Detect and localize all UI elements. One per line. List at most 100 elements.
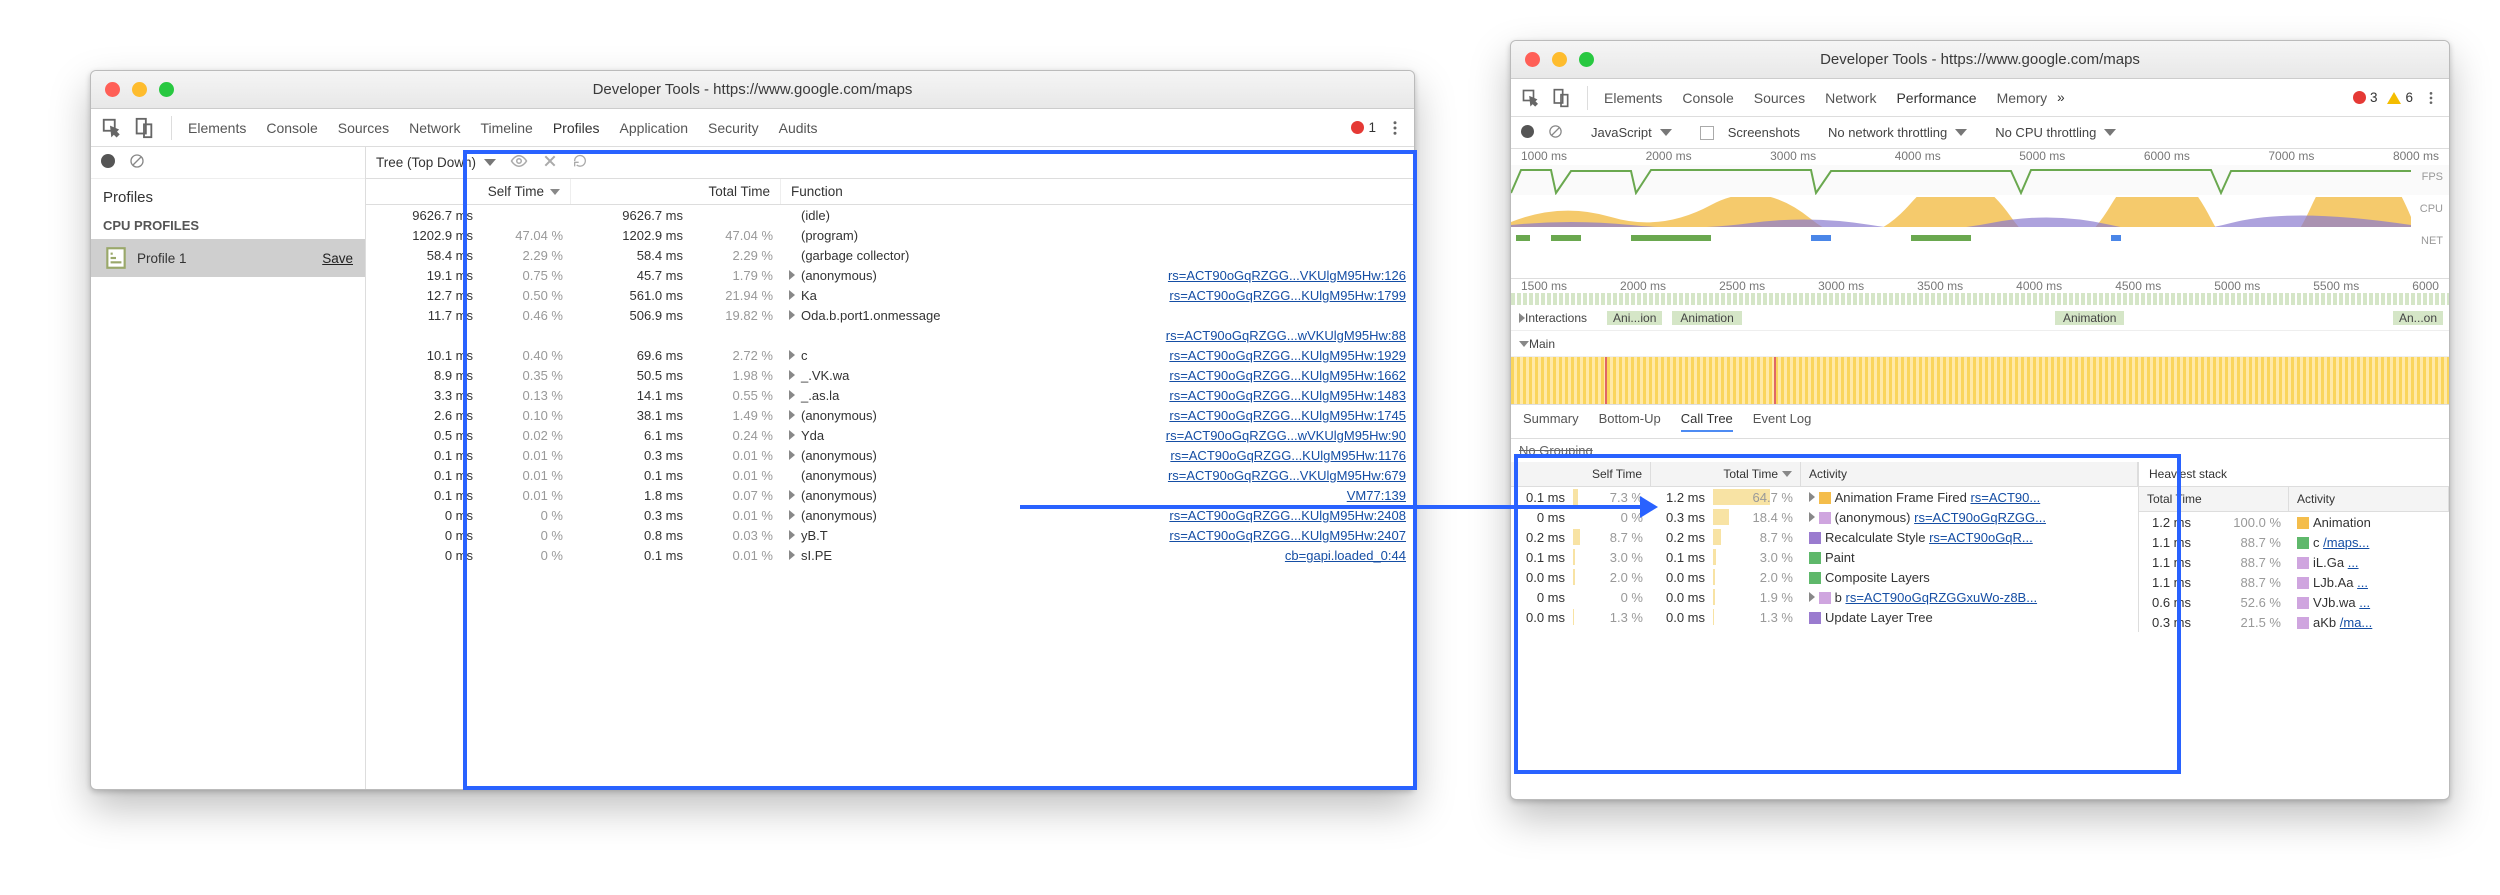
error-badge[interactable]: 1: [1351, 120, 1376, 135]
profile-row[interactable]: 0 ms0 %0.8 ms0.03 %yB.Trs=ACT90oGqRZGG..…: [366, 525, 1414, 545]
interactions-track[interactable]: Interactions Ani...ion Animation Animati…: [1511, 305, 2449, 331]
chevron-right-icon[interactable]: [1809, 512, 1815, 522]
more-tabs-icon[interactable]: »: [2057, 90, 2065, 105]
screenshots-checkbox[interactable]: [1700, 126, 1714, 140]
stack-row[interactable]: 1.1 ms88.7 %LJb.Aa ...: [2139, 572, 2449, 592]
col-activity[interactable]: Activity: [1801, 462, 2138, 486]
col-total-time[interactable]: Total Time: [571, 179, 781, 204]
cpu-throttle-select[interactable]: No CPU throttling: [1995, 125, 2116, 140]
source-link[interactable]: ...: [2348, 555, 2359, 570]
chevron-right-icon[interactable]: [789, 270, 795, 280]
tab-elements[interactable]: Elements: [188, 120, 246, 136]
stack-row[interactable]: 0.6 ms52.6 %VJb.wa ...: [2139, 592, 2449, 612]
profile-row[interactable]: 0.5 ms0.02 %6.1 ms0.24 %Ydars=ACT90oGqRZ…: [366, 425, 1414, 445]
inspect-icon[interactable]: [101, 117, 123, 139]
chevron-right-icon[interactable]: [789, 450, 795, 460]
tab-security[interactable]: Security: [708, 120, 759, 136]
chevron-right-icon[interactable]: [789, 430, 795, 440]
calltree-row[interactable]: 0 ms0 %0.3 ms18.4 % (anonymous) rs=ACT90…: [1511, 507, 2138, 527]
chevron-right-icon[interactable]: [789, 390, 795, 400]
source-link[interactable]: rs=ACT90oGqR...: [1929, 530, 2033, 545]
clear-icon[interactable]: [1548, 124, 1563, 142]
category-select[interactable]: JavaScript: [1591, 125, 1672, 140]
stack-row[interactable]: 0.3 ms21.5 %aKb /ma...: [2139, 612, 2449, 632]
chevron-right-icon[interactable]: [789, 350, 795, 360]
calltree-row[interactable]: 0 ms0 %0.0 ms1.9 % b rs=ACT90oGqRZGGxuWo…: [1511, 587, 2138, 607]
source-link[interactable]: rs=ACT90oGqRZGG...KUlgM95Hw:1799: [1169, 288, 1406, 303]
source-link[interactable]: rs=ACT90oGqRZGGxuWo-z8B...: [1845, 590, 2037, 605]
chevron-right-icon[interactable]: [789, 550, 795, 560]
record-icon[interactable]: [101, 154, 115, 171]
profile-row[interactable]: 0.1 ms0.01 %1.8 ms0.07 %(anonymous)VM77:…: [366, 485, 1414, 505]
source-link[interactable]: rs=ACT90oGqRZGG...KUlgM95Hw:1176: [1170, 448, 1406, 463]
profile-row[interactable]: 8.9 ms0.35 %50.5 ms1.98 %_.VK.wars=ACT90…: [366, 365, 1414, 385]
col-function[interactable]: Function: [781, 179, 1414, 204]
source-link[interactable]: rs=ACT90oGqRZGG...KUlgM95Hw:2407: [1169, 528, 1406, 543]
source-link[interactable]: rs=ACT90...: [1970, 490, 2040, 505]
source-link[interactable]: ...: [2357, 575, 2368, 590]
col-total-time[interactable]: Total Time: [2139, 487, 2289, 511]
profile-row[interactable]: 0 ms0 %0.1 ms0.01 %sI.PEcb=gapi.loaded_0…: [366, 545, 1414, 565]
chevron-right-icon[interactable]: [1809, 592, 1815, 602]
chevron-right-icon[interactable]: [1809, 492, 1815, 502]
clear-icon[interactable]: [129, 153, 145, 172]
source-link[interactable]: rs=ACT90oGqRZGG...VKUlgM95Hw:126: [1168, 268, 1406, 283]
source-link[interactable]: rs=ACT90oGqRZGG...: [1914, 510, 2046, 525]
source-link[interactable]: VM77:139: [1347, 488, 1406, 503]
tab-network[interactable]: Network: [409, 120, 460, 136]
source-link[interactable]: rs=ACT90oGqRZGG...VKUlgM95Hw:679: [1168, 468, 1406, 483]
chevron-right-icon[interactable]: [789, 510, 795, 520]
tab-memory[interactable]: Memory: [1997, 90, 2048, 106]
profile-row[interactable]: 19.1 ms0.75 %45.7 ms1.79 %(anonymous)rs=…: [366, 265, 1414, 285]
tab-timeline[interactable]: Timeline: [480, 120, 532, 136]
record-icon[interactable]: [1521, 125, 1534, 141]
view-mode-select[interactable]: Tree (Top Down): [376, 155, 496, 170]
calltree-row[interactable]: 0.0 ms1.3 %0.0 ms1.3 %Update Layer Tree: [1511, 607, 2138, 627]
calltree-row[interactable]: 0.2 ms8.7 %0.2 ms8.7 %Recalculate Style …: [1511, 527, 2138, 547]
profile-row[interactable]: 0.1 ms0.01 %0.1 ms0.01 %(anonymous)rs=AC…: [366, 465, 1414, 485]
stack-row[interactable]: 1.2 ms100.0 %Animation: [2139, 512, 2449, 532]
source-link[interactable]: rs=ACT90oGqRZGG...KUlgM95Hw:1929: [1169, 348, 1406, 363]
col-total-time[interactable]: Total Time: [1651, 462, 1801, 486]
save-link[interactable]: Save: [322, 251, 353, 266]
profile-row[interactable]: 12.7 ms0.50 %561.0 ms21.94 %Kars=ACT90oG…: [366, 285, 1414, 305]
inspect-icon[interactable]: [1521, 88, 1541, 108]
source-link[interactable]: ...: [2359, 595, 2370, 610]
profile-row[interactable]: 58.4 ms2.29 %58.4 ms2.29 %(garbage colle…: [366, 245, 1414, 265]
profile-row[interactable]: 10.1 ms0.40 %69.6 ms2.72 %crs=ACT90oGqRZ…: [366, 345, 1414, 365]
chevron-right-icon[interactable]: [789, 410, 795, 420]
network-throttle-select[interactable]: No network throttling: [1828, 125, 1967, 140]
tab-console[interactable]: Console: [1682, 90, 1733, 106]
col-activity[interactable]: Activity: [2289, 487, 2449, 511]
chevron-right-icon[interactable]: [789, 290, 795, 300]
timeline-overview[interactable]: 1000 ms2000 ms3000 ms4000 ms5000 ms6000 …: [1511, 149, 2449, 279]
source-link[interactable]: cb=gapi.loaded_0:44: [1285, 548, 1406, 563]
col-self-time[interactable]: Self Time: [366, 179, 571, 204]
tab-application[interactable]: Application: [620, 120, 689, 136]
calltree-row[interactable]: 0.1 ms7.3 %1.2 ms64.7 % Animation Frame …: [1511, 487, 2138, 507]
source-link[interactable]: rs=ACT90oGqRZGG...KUlgM95Hw:1745: [1169, 408, 1406, 423]
source-link[interactable]: rs=ACT90oGqRZGG...KUlgM95Hw:1662: [1169, 368, 1406, 383]
tab-summary[interactable]: Summary: [1523, 411, 1579, 432]
profile-row[interactable]: rs=ACT90oGqRZGG...wVKUlgM95Hw:88: [366, 325, 1414, 345]
device-icon[interactable]: [1551, 88, 1571, 108]
kebab-icon[interactable]: [1386, 119, 1404, 137]
chevron-right-icon[interactable]: [789, 310, 795, 320]
stack-row[interactable]: 1.1 ms88.7 %iL.Ga ...: [2139, 552, 2449, 572]
source-link[interactable]: rs=ACT90oGqRZGG...KUlgM95Hw:2408: [1169, 508, 1406, 523]
tab-audits[interactable]: Audits: [779, 120, 818, 136]
profile-row[interactable]: 11.7 ms0.46 %506.9 ms19.82 %Oda.b.port1.…: [366, 305, 1414, 325]
calltree-row[interactable]: 0.1 ms3.0 %0.1 ms3.0 %Paint: [1511, 547, 2138, 567]
close-icon[interactable]: [542, 153, 558, 172]
tab-sources[interactable]: Sources: [338, 120, 389, 136]
profile-row[interactable]: 2.6 ms0.10 %38.1 ms1.49 %(anonymous)rs=A…: [366, 405, 1414, 425]
warning-badge[interactable]: 6: [2387, 90, 2413, 105]
source-link[interactable]: rs=ACT90oGqRZGG...wVKUlgM95Hw:90: [1166, 428, 1406, 443]
refresh-icon[interactable]: [572, 153, 588, 172]
tab-sources[interactable]: Sources: [1754, 90, 1805, 106]
tab-bottom-up[interactable]: Bottom-Up: [1599, 411, 1661, 432]
grouping-select[interactable]: No Grouping: [1511, 439, 2449, 462]
chevron-right-icon[interactable]: [789, 370, 795, 380]
col-self-time[interactable]: Self Time: [1511, 462, 1651, 486]
source-link[interactable]: /ma...: [2340, 615, 2373, 630]
